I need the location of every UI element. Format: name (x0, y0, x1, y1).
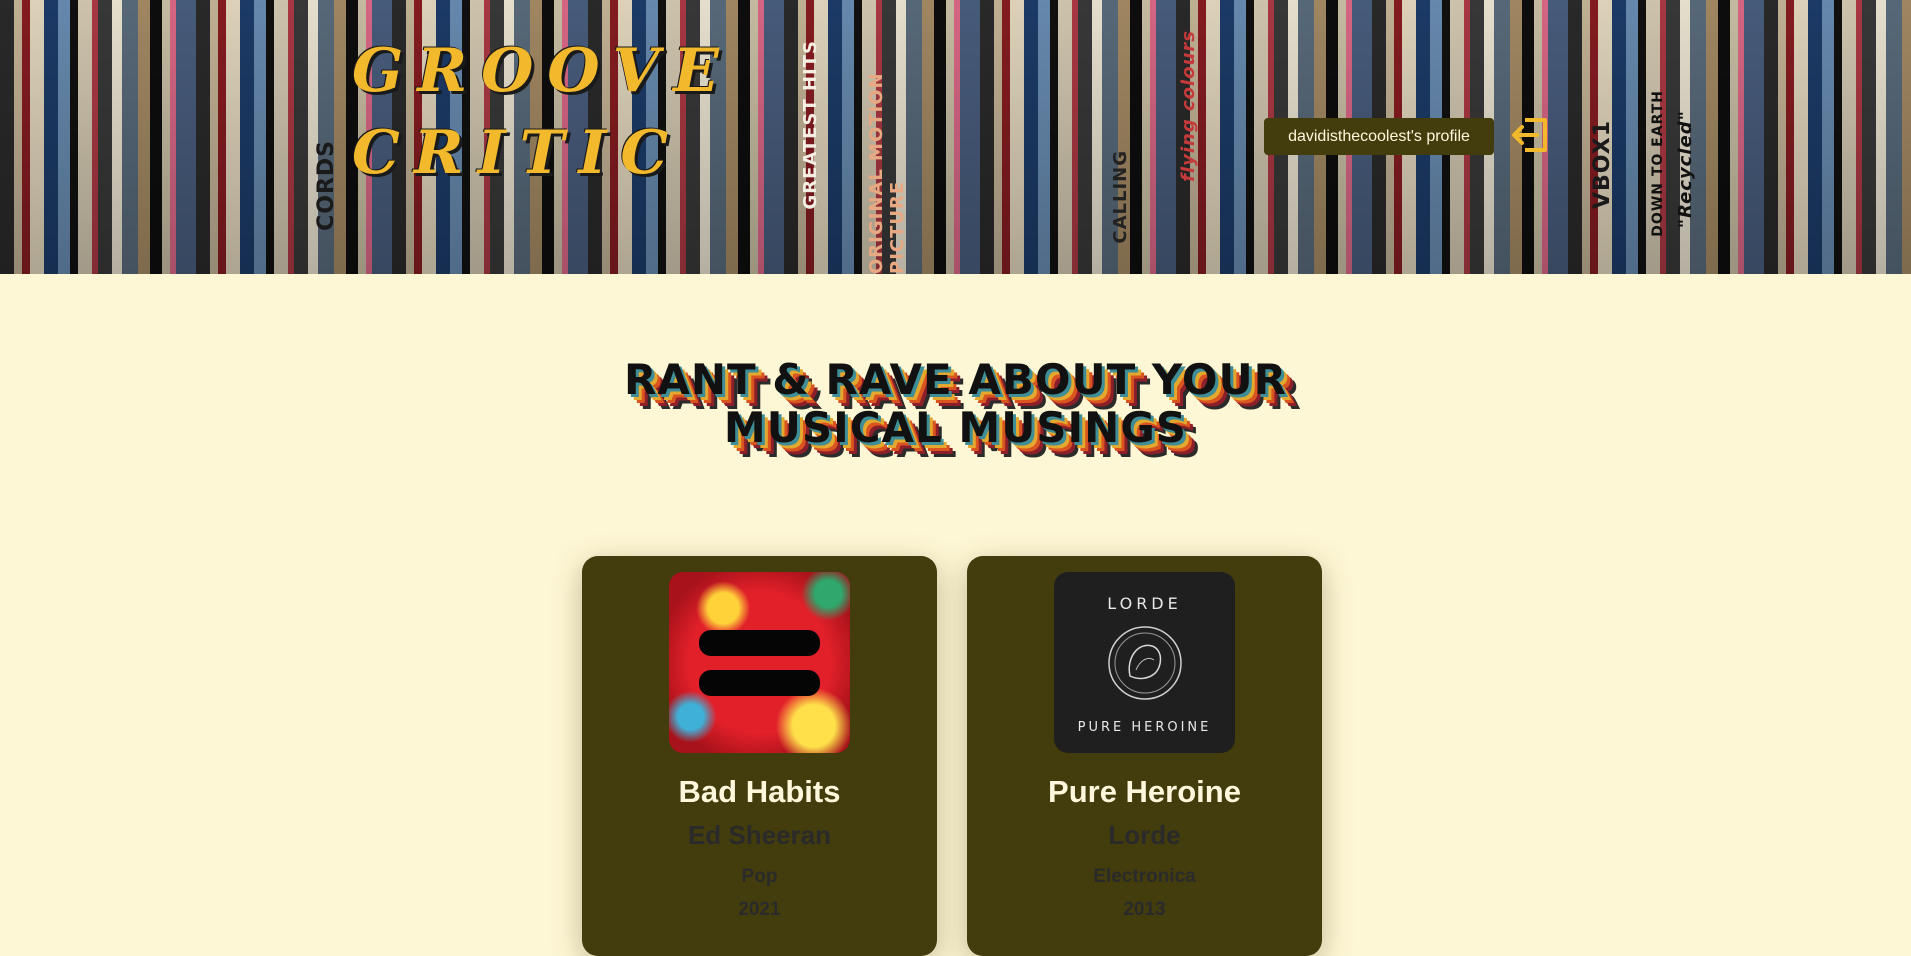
page-tagline: RANT & RAVE ABOUT YOUR MUSICAL MUSINGS (0, 356, 1911, 452)
album-genre: Pop (741, 866, 778, 887)
tagline-line: RANT & RAVE ABOUT YOUR (624, 355, 1287, 404)
record-spine-text: DOWN TO EARTH (1650, 90, 1666, 237)
profile-button[interactable]: davidisthecoolest's profile (1264, 118, 1494, 155)
album-cover: LORDE PURE HEROINE (1054, 572, 1235, 753)
album-year: 2013 (1123, 899, 1166, 920)
cover-album-text: PURE HEROINE (1077, 720, 1212, 735)
record-spine-text: ORIGINAL MOTION PICTURE (866, 72, 908, 274)
album-artist: Ed Sheeran (687, 820, 832, 850)
header-banner: CALLING GREATEST HITS ORIGINAL MOTION PI… (0, 0, 1911, 274)
album-genre: Electronica (1093, 866, 1196, 887)
logo-line: CRITIC (352, 118, 683, 188)
record-spine-text: GREATEST HITS (800, 40, 821, 210)
cover-bar (699, 630, 820, 656)
site-logo[interactable]: GROOVE CRITIC (352, 30, 733, 194)
cover-bar (699, 670, 820, 696)
tagline-line: MUSICAL MUSINGS (723, 403, 1188, 452)
logo-line: GROOVE (352, 36, 733, 106)
record-spine-text: VBOX1 (1590, 120, 1615, 209)
album-title: Pure Heroine (1048, 774, 1241, 809)
record-spine-text: CALLING (1110, 150, 1131, 244)
album-artist: Lorde (1108, 820, 1181, 850)
album-cover (669, 572, 850, 753)
logout-icon[interactable] (1509, 114, 1551, 156)
record-spine-text: "Recycled" (1675, 110, 1696, 229)
cover-artist-text: LORDE (1107, 594, 1182, 613)
record-spine-text: CORDS (314, 140, 339, 231)
album-year: 2021 (738, 899, 781, 920)
album-title: Bad Habits (678, 774, 841, 809)
album-card[interactable]: LORDE PURE HEROINE Pure Heroine Lorde El… (967, 556, 1322, 956)
record-spine-text: flying colours (1178, 30, 1199, 182)
lion-emblem-icon (1108, 626, 1182, 700)
album-card[interactable]: Bad Habits Ed Sheeran Pop 2021 (582, 556, 937, 956)
